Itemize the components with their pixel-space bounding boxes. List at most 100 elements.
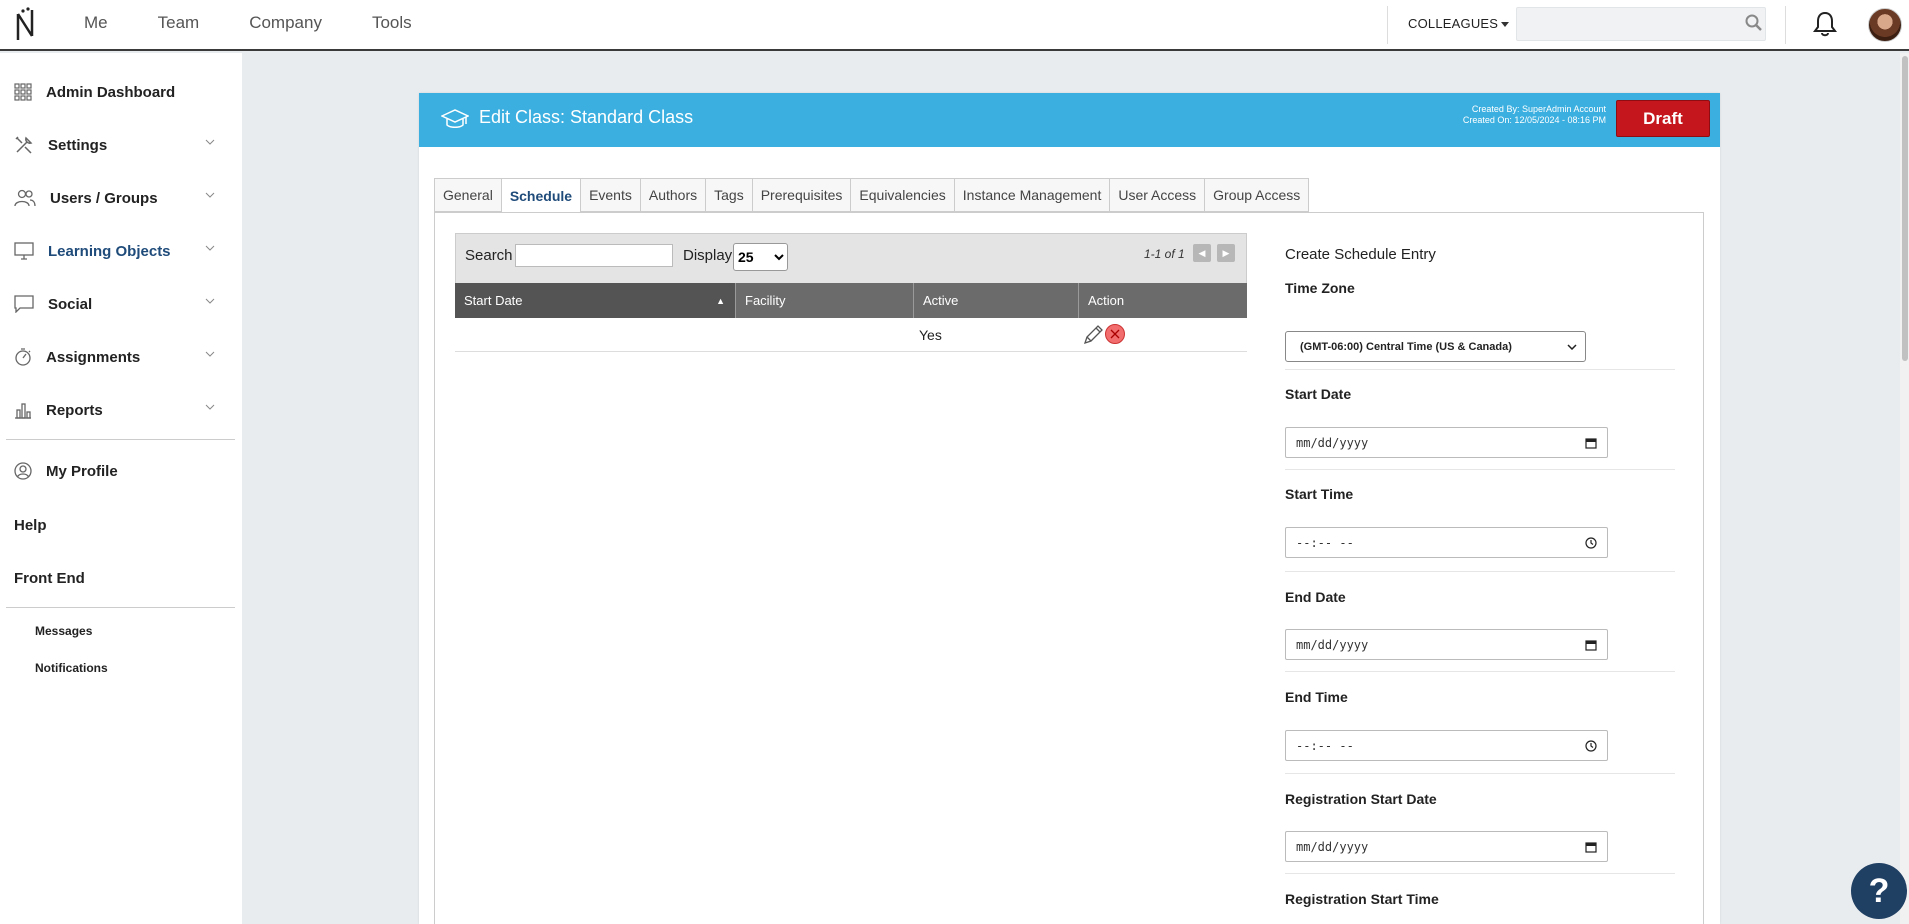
column-label: Action xyxy=(1088,293,1125,308)
chevron-down-icon xyxy=(205,245,215,251)
monitor-icon xyxy=(14,242,34,260)
users-icon xyxy=(14,189,36,207)
divider xyxy=(1285,671,1675,672)
sidebar-item-reports[interactable]: Reports xyxy=(14,399,229,421)
date-placeholder: mm/dd/yyyy xyxy=(1296,435,1369,450)
grid-search-input[interactable] xyxy=(515,244,673,267)
sidebar-item-label: Users / Groups xyxy=(50,189,158,207)
sidebar-item-help[interactable]: Help xyxy=(14,514,229,536)
registration-start-time-label: Registration Start Time xyxy=(1285,891,1439,907)
divider xyxy=(1285,469,1675,470)
avatar[interactable] xyxy=(1868,8,1902,42)
delete-icon[interactable] xyxy=(1105,324,1125,344)
sidebar-item-messages[interactable]: Messages xyxy=(35,624,92,638)
sidebar-item-label: Social xyxy=(48,295,93,313)
top-bar: Me Team Company Tools COLLEAGUES xyxy=(0,0,1909,51)
logo-icon[interactable] xyxy=(14,6,40,42)
nav-company[interactable]: Company xyxy=(249,13,322,33)
sidebar-item-notifications[interactable]: Notifications xyxy=(35,661,108,675)
draft-status-button[interactable]: Draft xyxy=(1616,100,1710,137)
bell-icon[interactable] xyxy=(1812,10,1838,38)
time-zone-select[interactable]: (GMT-06:00) Central Time (US & Canada) xyxy=(1285,331,1586,362)
sidebar-item-my-profile[interactable]: My Profile xyxy=(14,460,229,482)
caret-down-icon xyxy=(1501,22,1510,28)
clock-icon[interactable] xyxy=(1585,739,1597,752)
divider xyxy=(6,439,235,440)
column-action[interactable]: Action xyxy=(1079,283,1247,318)
column-facility[interactable]: Facility xyxy=(736,283,914,318)
panel-header: Edit Class: Standard Class Created By: S… xyxy=(419,93,1720,147)
sidebar-item-admin-dashboard[interactable]: Admin Dashboard xyxy=(14,81,229,103)
sidebar: Admin Dashboard Settings Users / Groups … xyxy=(0,53,242,924)
start-time-input[interactable]: --:-- -- xyxy=(1285,527,1608,558)
calendar-icon[interactable] xyxy=(1585,841,1597,853)
prev-page-button[interactable]: ◀ xyxy=(1193,244,1211,262)
sidebar-item-learning-objects[interactable]: Learning Objects xyxy=(14,240,229,262)
sidebar-item-social[interactable]: Social xyxy=(14,293,229,315)
colleagues-dropdown[interactable]: COLLEAGUES xyxy=(1408,16,1510,31)
divider xyxy=(1387,6,1388,44)
search-icon[interactable] xyxy=(1745,14,1763,32)
grid-header: Start Date ▲ Facility Active Action xyxy=(455,283,1247,318)
start-date-label: Start Date xyxy=(1285,386,1352,402)
clock-icon[interactable] xyxy=(1585,536,1597,549)
display-count-select[interactable]: 25 xyxy=(733,243,788,271)
tab-events[interactable]: Events xyxy=(581,178,641,212)
next-page-button[interactable]: ▶ xyxy=(1217,244,1235,262)
nav-team[interactable]: Team xyxy=(158,13,200,33)
created-on: Created On: 12/05/2024 - 08:16 PM xyxy=(1462,115,1606,125)
time-zone-label: Time Zone xyxy=(1285,280,1355,296)
column-active[interactable]: Active xyxy=(914,283,1079,318)
chat-icon xyxy=(14,295,34,313)
time-zone-value: (GMT-06:00) Central Time (US & Canada) xyxy=(1300,340,1512,353)
end-date-label: End Date xyxy=(1285,589,1346,605)
help-button[interactable]: ? xyxy=(1851,863,1907,919)
calendar-icon[interactable] xyxy=(1585,437,1597,449)
sidebar-item-assignments[interactable]: Assignments xyxy=(14,346,229,368)
nav-me[interactable]: Me xyxy=(84,13,108,33)
divider xyxy=(1285,773,1675,774)
sidebar-item-label: Settings xyxy=(48,136,108,154)
sidebar-item-label: Admin Dashboard xyxy=(46,83,176,101)
sidebar-item-front-end[interactable]: Front End xyxy=(14,567,229,589)
colleague-search-input[interactable] xyxy=(1516,7,1766,41)
tab-group-access[interactable]: Group Access xyxy=(1205,178,1310,212)
tab-authors[interactable]: Authors xyxy=(640,178,707,212)
table-row: Yes xyxy=(455,318,1247,352)
end-time-input[interactable]: --:-- -- xyxy=(1285,730,1608,761)
nav-tools[interactable]: Tools xyxy=(372,13,412,33)
top-nav: Me Team Company Tools xyxy=(84,13,462,33)
grid-toolbar: Search Display 25 1-1 of 1 ◀ ▶ xyxy=(455,233,1247,283)
start-date-input[interactable]: mm/dd/yyyy xyxy=(1285,427,1608,458)
column-label: Start Date xyxy=(464,293,523,308)
sidebar-item-label: Learning Objects xyxy=(48,242,171,260)
divider xyxy=(1285,571,1675,572)
divider xyxy=(1785,6,1786,44)
chevron-down-icon xyxy=(205,192,215,198)
tab-equivalencies[interactable]: Equivalencies xyxy=(851,178,955,212)
close-icon xyxy=(1110,329,1120,339)
divider xyxy=(1285,873,1675,874)
date-placeholder: mm/dd/yyyy xyxy=(1296,637,1369,652)
end-date-input[interactable]: mm/dd/yyyy xyxy=(1285,629,1608,660)
dashboard-grid-icon xyxy=(14,83,32,101)
sidebar-item-users-groups[interactable]: Users / Groups xyxy=(14,187,229,209)
tab-schedule[interactable]: Schedule xyxy=(501,178,582,214)
sidebar-item-label: Reports xyxy=(46,401,103,419)
tab-prerequisites[interactable]: Prerequisites xyxy=(752,178,852,212)
chevron-down-icon xyxy=(205,351,215,357)
tab-instance-management[interactable]: Instance Management xyxy=(954,178,1111,212)
pager-text: 1-1 of 1 xyxy=(1144,247,1185,261)
registration-start-date-input[interactable]: mm/dd/yyyy xyxy=(1285,831,1608,862)
end-time-label: End Time xyxy=(1285,689,1348,705)
schedule-tab-content: Search Display 25 1-1 of 1 ◀ ▶ Start Dat… xyxy=(434,212,1704,924)
divider xyxy=(6,607,235,608)
column-start-date[interactable]: Start Date ▲ xyxy=(455,283,736,318)
scrollbar-thumb[interactable] xyxy=(1902,56,1908,361)
edit-pencil-icon[interactable] xyxy=(1082,324,1104,346)
tab-general[interactable]: General xyxy=(434,178,502,212)
calendar-icon[interactable] xyxy=(1585,639,1597,651)
sidebar-item-settings[interactable]: Settings xyxy=(14,134,229,156)
tab-tags[interactable]: Tags xyxy=(706,178,753,212)
tab-user-access[interactable]: User Access xyxy=(1110,178,1206,212)
